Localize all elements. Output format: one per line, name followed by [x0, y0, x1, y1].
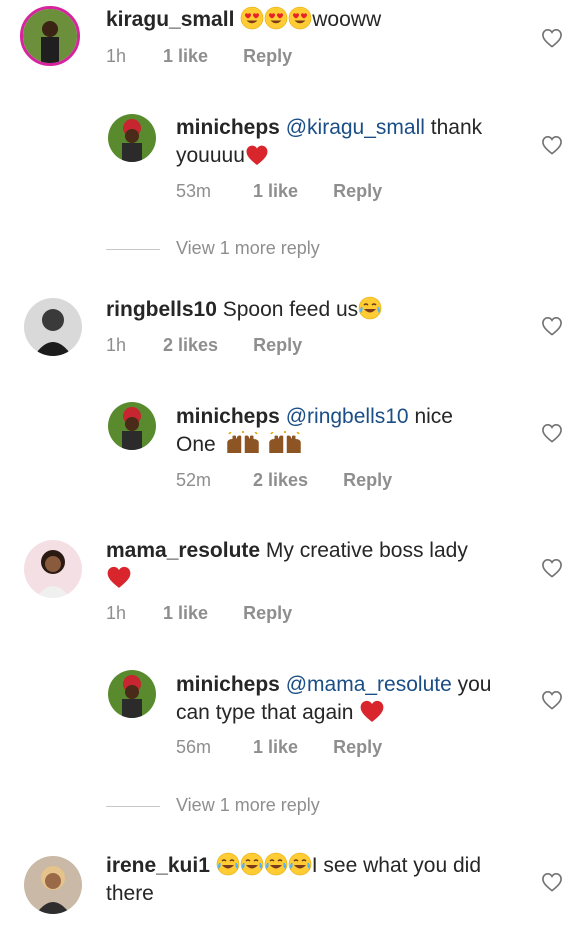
- avatar[interactable]: [108, 114, 156, 162]
- heart-outline-icon[interactable]: [541, 872, 563, 892]
- comment-text: minicheps @mama_resolute you can type th…: [176, 671, 526, 727]
- timestamp: 1h: [106, 603, 127, 623]
- timestamp: 1h: [106, 335, 127, 355]
- mention-link[interactable]: @kiragu_small: [286, 116, 425, 139]
- heart-eyes-emoji: [240, 6, 264, 30]
- avatar[interactable]: [24, 298, 82, 356]
- tears-of-joy-emoji: [216, 852, 240, 876]
- timestamp: 1h: [106, 46, 127, 66]
- likes-count[interactable]: 1 like: [253, 181, 298, 202]
- likes-count[interactable]: 1 like: [253, 737, 298, 758]
- timestamp: 56m: [176, 737, 212, 757]
- reply-button[interactable]: Reply: [343, 470, 392, 491]
- tears-of-joy-emoji: [264, 852, 288, 876]
- comment-body: wooww: [312, 8, 382, 31]
- avatar[interactable]: [24, 856, 82, 914]
- raising-hands-emoji: [222, 431, 264, 455]
- reply-button[interactable]: Reply: [333, 181, 382, 202]
- reply-button[interactable]: Reply: [243, 603, 292, 624]
- likes-count[interactable]: 1 like: [163, 46, 208, 67]
- view-more-replies[interactable]: View 1 more reply: [106, 238, 320, 259]
- comment-meta: 53m 1 like Reply: [176, 181, 382, 202]
- likes-count[interactable]: 2 likes: [163, 335, 218, 356]
- username[interactable]: minicheps: [176, 116, 280, 139]
- heart-outline-icon[interactable]: [541, 135, 563, 155]
- divider: [106, 805, 160, 807]
- reply-button[interactable]: Reply: [253, 335, 302, 356]
- username[interactable]: irene_kui1: [106, 854, 210, 877]
- comment-meta: 56m 1 like Reply: [176, 737, 382, 758]
- heart-eyes-emoji: [288, 6, 312, 30]
- heart-outline-icon[interactable]: [541, 28, 563, 48]
- username[interactable]: minicheps: [176, 405, 280, 428]
- avatar[interactable]: [108, 402, 156, 450]
- mention-link[interactable]: @mama_resolute: [286, 673, 452, 696]
- comment-text: mama_resolute My creative boss lady: [106, 537, 526, 593]
- heart-outline-icon[interactable]: [541, 690, 563, 710]
- username[interactable]: mama_resolute: [106, 539, 260, 562]
- comment-text: kiragu_small wooww: [106, 6, 526, 34]
- reply-button[interactable]: Reply: [243, 46, 292, 67]
- mention-link[interactable]: @ringbells10: [286, 405, 409, 428]
- heart-eyes-emoji: [264, 6, 288, 30]
- heart-outline-icon[interactable]: [541, 423, 563, 443]
- comment-body: My creative boss lady: [260, 539, 468, 562]
- tears-of-joy-emoji: [288, 852, 312, 876]
- divider: [106, 248, 160, 250]
- heart-outline-icon[interactable]: [541, 316, 563, 336]
- avatar[interactable]: [108, 670, 156, 718]
- likes-count[interactable]: 2 likes: [253, 470, 308, 491]
- comment-body: Spoon feed us: [216, 298, 359, 321]
- avatar[interactable]: [20, 6, 80, 66]
- view-more-replies[interactable]: View 1 more reply: [106, 795, 320, 816]
- timestamp: 52m: [176, 470, 212, 490]
- likes-count[interactable]: 1 like: [163, 603, 208, 624]
- tears-of-joy-emoji: [240, 852, 264, 876]
- heart-outline-icon[interactable]: [541, 558, 563, 578]
- comment-text: irene_kui1 I see what you did there: [106, 852, 526, 908]
- comment-meta: 1h 2 likes Reply: [106, 335, 302, 356]
- view-more-label[interactable]: View 1 more reply: [176, 238, 320, 258]
- comment-text: ringbells10 Spoon feed us: [106, 296, 526, 324]
- comment-meta: 52m 2 likes Reply: [176, 470, 392, 491]
- username[interactable]: ringbells10: [106, 298, 217, 321]
- comment-meta: 1h 1 like Reply: [106, 603, 292, 624]
- heart-emoji: [359, 699, 385, 723]
- comment-text: minicheps @ringbells10 nice One: [176, 403, 496, 459]
- timestamp: 53m: [176, 181, 212, 201]
- view-more-label[interactable]: View 1 more reply: [176, 795, 320, 815]
- comment-meta: 1h 1 like Reply: [106, 46, 292, 67]
- heart-emoji: [245, 144, 269, 166]
- avatar[interactable]: [24, 540, 82, 598]
- raising-hands-emoji: [264, 431, 306, 455]
- reply-button[interactable]: Reply: [333, 737, 382, 758]
- username[interactable]: kiragu_small: [106, 8, 234, 31]
- username[interactable]: minicheps: [176, 673, 280, 696]
- tears-of-joy-emoji: [358, 296, 382, 320]
- comment-text: minicheps @kiragu_small thank youuuu: [176, 114, 516, 170]
- heart-emoji: [106, 565, 132, 589]
